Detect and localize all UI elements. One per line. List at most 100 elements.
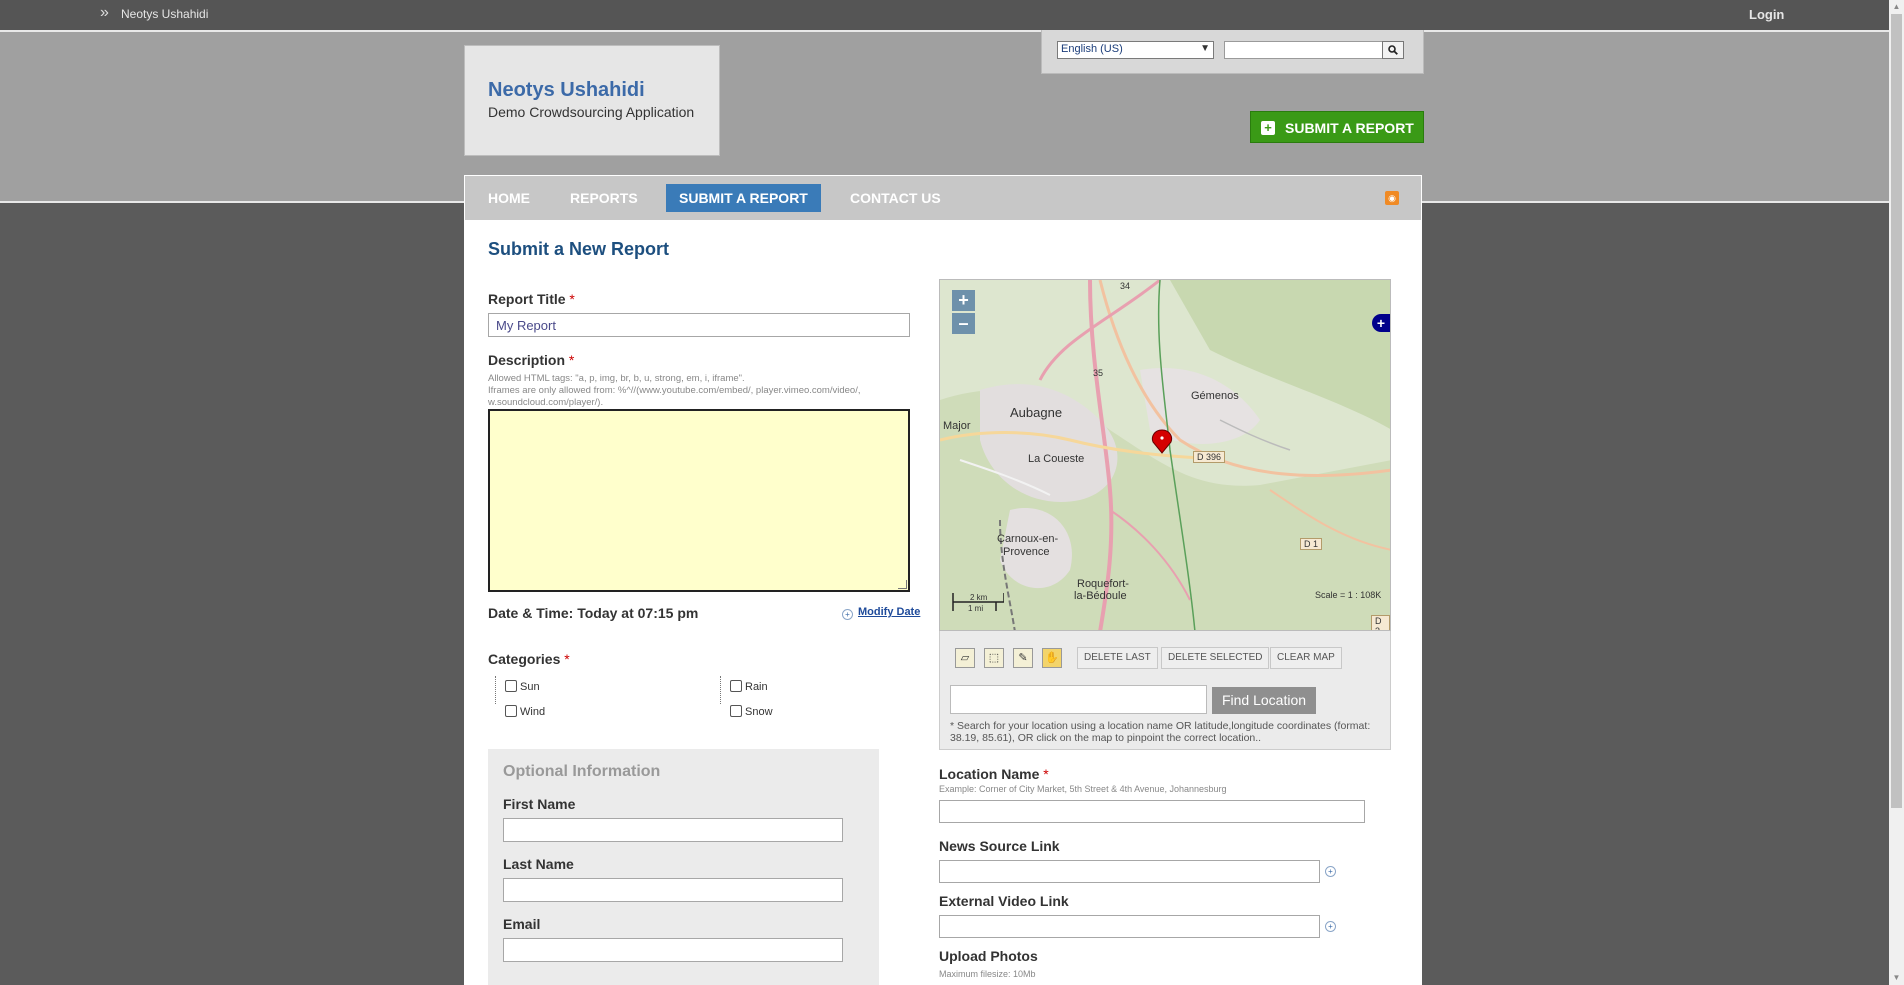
location-map[interactable]: + – + 34 35 Aubagne Gémenos Major La Cou…: [939, 279, 1391, 631]
zoom-out-button[interactable]: –: [952, 313, 975, 334]
map-label-provence: Provence: [1003, 546, 1050, 558]
rss-icon[interactable]: ◉: [1385, 191, 1399, 205]
map-tools-panel: ▱ ⬚ ✎ ✋ DELETE LAST DELETE SELECTED CLEA…: [939, 631, 1391, 750]
draw-box-icon[interactable]: ⬚: [984, 648, 1004, 668]
clear-map-button[interactable]: CLEAR MAP: [1270, 647, 1342, 669]
page-scrollbar[interactable]: ▲ ▼: [1889, 0, 1904, 985]
required-mark: *: [568, 352, 575, 368]
find-location-button[interactable]: Find Location: [1212, 687, 1316, 714]
external-video-label: External Video Link: [939, 893, 1069, 909]
map-label-road-35: 35: [1093, 368, 1104, 378]
submit-report-button[interactable]: + SUBMIT A REPORT: [1250, 111, 1424, 143]
location-search-input[interactable]: [950, 685, 1207, 714]
location-name-label: Location Name *: [939, 766, 1049, 782]
category-checkbox-sun[interactable]: [505, 680, 517, 692]
scrollbar-thumb[interactable]: [1891, 14, 1902, 808]
login-link[interactable]: Login: [1749, 7, 1784, 22]
first-name-label: First Name: [503, 796, 576, 812]
map-scale-mi: 1 mi: [968, 604, 984, 613]
required-mark: *: [1043, 766, 1049, 782]
site-logo[interactable]: Neotys Ushahidi Demo Crowdsourcing Appli…: [464, 45, 720, 156]
upload-photos-help: Maximum filesize: 10Mb: [939, 969, 1036, 979]
description-label-text: Description: [488, 352, 566, 368]
map-scale-km: 2 km: [970, 593, 988, 602]
location-search-help: * Search for your location using a locat…: [950, 720, 1371, 744]
description-help-line2: Iframes are only allowed from: %^//(www.…: [488, 385, 861, 408]
email-label: Email: [503, 916, 541, 932]
categories-label: Categories *: [488, 651, 570, 667]
map-terrain: [940, 280, 1390, 630]
submit-report-label: SUBMIT A REPORT: [1285, 120, 1414, 136]
category-checkbox-wind[interactable]: [505, 705, 517, 717]
external-video-input[interactable]: [939, 915, 1320, 938]
draw-polygon-icon[interactable]: ▱: [955, 648, 975, 668]
map-label-d1: D 1: [1300, 538, 1323, 550]
description-help-line1: Allowed HTML tags: "a, p, img, br, b, u,…: [488, 373, 745, 384]
pan-hand-icon[interactable]: ✋: [1042, 648, 1062, 668]
resize-grip-icon[interactable]: [898, 580, 907, 589]
site-title[interactable]: Neotys Ushahidi: [488, 79, 645, 102]
plus-icon: +: [1261, 121, 1275, 135]
description-help: Allowed HTML tags: "a, p, img, br, b, u,…: [488, 373, 918, 409]
main-content: Submit a New Report Report Title * My Re…: [464, 221, 1422, 985]
language-select[interactable]: English (US) ▼: [1057, 41, 1214, 59]
search-input[interactable]: [1224, 41, 1384, 59]
nav-submit-report[interactable]: SUBMIT A REPORT: [666, 184, 821, 212]
last-name-label: Last Name: [503, 856, 574, 872]
map-label-gemenos: Gémenos: [1191, 390, 1239, 402]
location-name-input[interactable]: [939, 800, 1365, 823]
description-textarea[interactable]: [488, 409, 910, 592]
top-bar: » Neotys Ushahidi Login: [0, 0, 1889, 32]
delete-last-button[interactable]: DELETE LAST: [1077, 647, 1158, 669]
location-name-example: Example: Corner of City Market, 5th Stre…: [939, 784, 1227, 794]
email-input[interactable]: [503, 938, 843, 962]
delete-selected-button[interactable]: DELETE SELECTED: [1161, 647, 1270, 669]
chevron-down-icon: ▼: [1200, 43, 1210, 54]
scroll-up-icon[interactable]: ▲: [1889, 0, 1904, 14]
chevron-right-icon[interactable]: »: [100, 4, 109, 22]
first-name-input[interactable]: [503, 818, 843, 842]
optional-info-panel: Optional Information First Name Last Nam…: [488, 749, 879, 985]
required-mark: *: [569, 291, 575, 307]
datetime-label: Date & Time: Today at 07:15 pm: [488, 605, 699, 621]
categories-label-text: Categories: [488, 651, 561, 667]
category-label-sun: Sun: [520, 681, 540, 693]
nav-home[interactable]: HOME: [475, 184, 543, 212]
nav-contact-us[interactable]: CONTACT US: [837, 184, 954, 212]
add-news-link-icon[interactable]: +: [1325, 866, 1336, 877]
description-label: Description *: [488, 352, 574, 368]
map-label-d396: D 396: [1193, 451, 1226, 463]
search-icon: [1388, 45, 1398, 55]
category-checkbox-snow[interactable]: [730, 705, 742, 717]
language-value: English (US): [1061, 43, 1123, 55]
map-label-road-34: 34: [1120, 281, 1131, 291]
last-name-input[interactable]: [503, 878, 843, 902]
page-title: Submit a New Report: [488, 239, 670, 259]
category-label-rain: Rain: [745, 681, 768, 693]
nav-reports[interactable]: REPORTS: [557, 184, 651, 212]
category-checkbox-rain[interactable]: [730, 680, 742, 692]
required-mark: *: [564, 651, 570, 667]
draw-line-icon[interactable]: ✎: [1013, 648, 1033, 668]
add-video-link-icon[interactable]: +: [1325, 921, 1336, 932]
layer-switcher-button[interactable]: +: [1372, 314, 1390, 332]
scroll-down-icon[interactable]: ▼: [1889, 971, 1904, 985]
optional-info-title: Optional Information: [503, 763, 661, 780]
location-name-label-text: Location Name: [939, 766, 1040, 782]
report-title-input[interactable]: My Report: [488, 313, 910, 337]
zoom-in-button[interactable]: +: [952, 290, 975, 311]
news-source-input[interactable]: [939, 860, 1320, 883]
map-label-major: Major: [943, 420, 971, 432]
top-site-name[interactable]: Neotys Ushahidi: [121, 7, 208, 21]
plus-icon[interactable]: +: [842, 609, 853, 620]
map-label-roquefort: Roquefort-: [1077, 578, 1129, 590]
search-button[interactable]: [1382, 41, 1404, 59]
map-scale-ratio: Scale = 1 : 108K: [1315, 590, 1382, 600]
map-label-la-coueste: La Coueste: [1028, 453, 1085, 465]
header-search-box: English (US) ▼: [1041, 30, 1424, 74]
news-source-label: News Source Link: [939, 838, 1060, 854]
modify-date-link[interactable]: Modify Date: [858, 606, 920, 618]
map-label-la-bedoule: la-Bédoule: [1074, 590, 1127, 602]
category-label-snow: Snow: [745, 706, 773, 718]
main-nav: HOME REPORTS SUBMIT A REPORT CONTACT US …: [464, 175, 1422, 221]
